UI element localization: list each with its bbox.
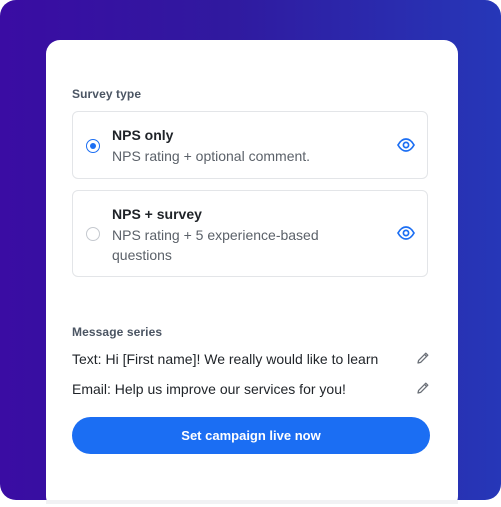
option-description: NPS rating + optional comment.	[112, 148, 311, 164]
option-title: NPS only	[112, 127, 174, 143]
message-text: Email: Help us improve our services for …	[72, 381, 346, 397]
survey-option-nps-only[interactable]: NPS only NPS rating + optional comment.	[72, 111, 428, 179]
radio-selected[interactable]	[86, 139, 100, 153]
campaign-card: Survey type NPS only NPS rating + option…	[46, 40, 458, 500]
pencil-icon[interactable]	[416, 351, 430, 365]
message-text: Text: Hi [First name]! We really would l…	[72, 351, 379, 367]
radio-unselected[interactable]	[86, 227, 100, 241]
eye-icon[interactable]	[397, 138, 415, 152]
option-title: NPS + survey	[112, 206, 202, 222]
survey-option-nps-survey[interactable]: NPS + survey NPS rating + 5 experience-b…	[72, 190, 428, 277]
option-description: NPS rating + 5 experience-based question…	[112, 227, 319, 263]
background-gradient: Survey type NPS only NPS rating + option…	[0, 0, 501, 500]
pencil-icon[interactable]	[416, 381, 430, 395]
message-series-label: Message series	[72, 325, 163, 339]
card-shadow	[46, 500, 458, 504]
set-campaign-live-button[interactable]: Set campaign live now	[72, 417, 430, 454]
message-item-text: Text: Hi [First name]! We really would l…	[72, 348, 432, 370]
survey-type-label: Survey type	[72, 87, 142, 101]
eye-icon[interactable]	[397, 226, 415, 240]
message-item-email: Email: Help us improve our services for …	[72, 378, 432, 400]
